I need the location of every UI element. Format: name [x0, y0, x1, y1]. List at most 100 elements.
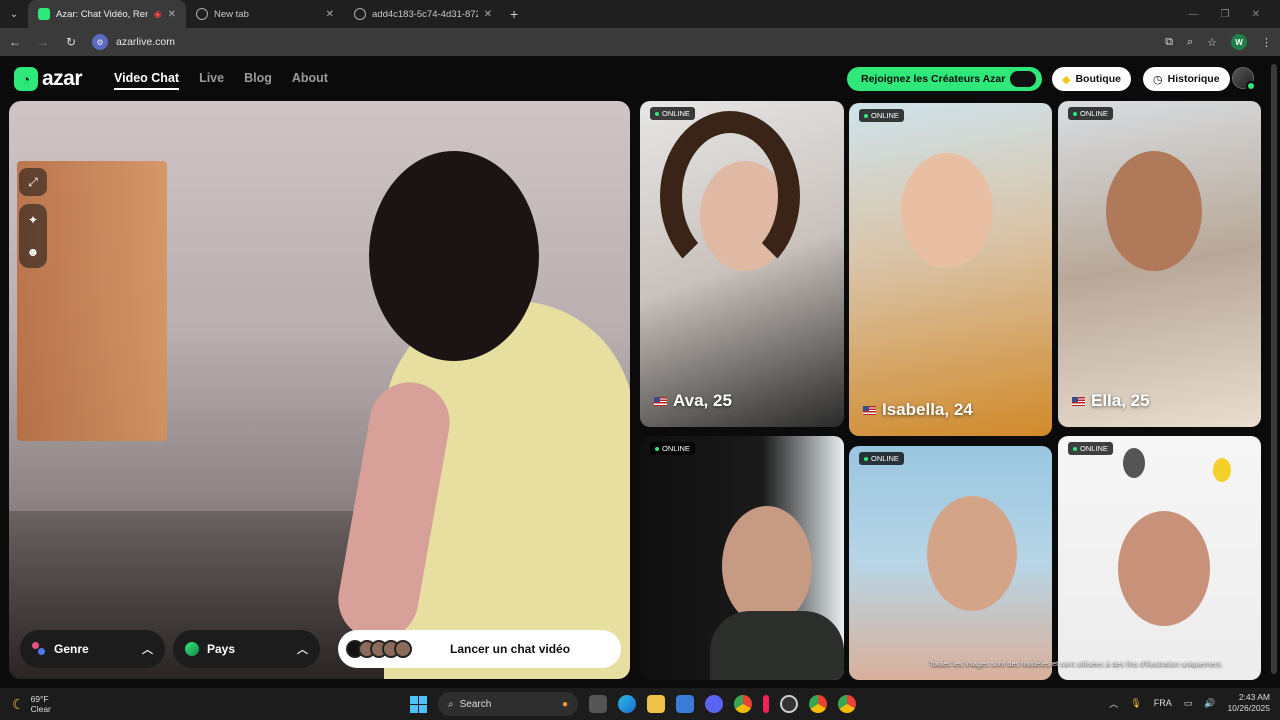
close-icon[interactable]: ✕ [326, 9, 334, 20]
site-info-icon[interactable]: ⚙ [92, 34, 108, 50]
weather-widget[interactable]: ☾ 69°F Clear [0, 694, 51, 714]
start-video-chat-button[interactable]: Lancer un chat vidéo [338, 630, 621, 668]
taskbar-search[interactable]: ⌕ Search ● [438, 692, 578, 716]
history-button[interactable]: ◷ Historique [1143, 67, 1230, 91]
status-text: ONLINE [1080, 444, 1108, 453]
chrome-profile-icon[interactable] [809, 695, 827, 713]
face-filter-icon[interactable]: ☻ [19, 238, 47, 266]
shop-label: Boutique [1075, 73, 1121, 85]
chevron-up-icon: ︿ [142, 644, 153, 656]
taskbar-apps: ⌕ Search ● [410, 692, 856, 716]
profile-card[interactable]: ONLINE [640, 436, 844, 680]
profile-card[interactable]: ONLINE [849, 446, 1052, 680]
tray-expand-icon[interactable]: ︿ [1109, 697, 1118, 710]
online-status-dot [1246, 81, 1256, 91]
camera-icon [1008, 69, 1038, 89]
status-text: ONLINE [871, 454, 899, 463]
search-highlight-icon: ● [561, 698, 568, 710]
reload-icon[interactable]: ↻ [64, 35, 78, 49]
tab-file[interactable]: add4c183-5c74-4d31-8721-f29 ✕ [344, 0, 502, 28]
language-indicator[interactable]: FRA [1154, 698, 1172, 708]
edge-icon[interactable] [618, 695, 636, 713]
tab-new[interactable]: New tab ✕ [186, 0, 344, 28]
close-icon[interactable]: ✕ [168, 9, 176, 20]
image-disclaimer: Toutes les images sont des modèles et so… [929, 659, 1223, 668]
chrome-icon[interactable] [734, 695, 752, 713]
azar-page: ◔ azar Video Chat Live Blog About Rejoig… [0, 56, 1280, 688]
online-badge: ONLINE [1068, 107, 1113, 120]
fullscreen-icon[interactable]: ⤢ [19, 168, 47, 196]
taskbar: ☾ 69°F Clear ⌕ Search ● ︿ 🎙 FRA ▭ 🔊 2:43… [0, 688, 1280, 720]
file-explorer-icon[interactable] [647, 695, 665, 713]
genre-filter-button[interactable]: Genre ︿ [20, 630, 165, 668]
creators-label: Rejoignez les Créateurs Azar [861, 73, 1006, 85]
us-flag-icon [863, 405, 876, 415]
join-creators-button[interactable]: Rejoignez les Créateurs Azar [847, 67, 1042, 91]
zoom-icon[interactable]: ⌕ [1187, 36, 1193, 49]
microphone-icon[interactable] [763, 695, 769, 713]
discord-icon[interactable] [705, 695, 723, 713]
profile-photo [1118, 511, 1210, 626]
online-badge: ONLINE [1068, 442, 1113, 455]
online-dot-icon [655, 111, 659, 116]
back-icon[interactable]: ← [8, 35, 22, 49]
shop-button[interactable]: ◆ Boutique [1052, 67, 1131, 91]
profile-card[interactable]: ONLINE [1058, 436, 1261, 680]
gem-icon: ◆ [1062, 73, 1071, 86]
profile-card[interactable]: ONLINE Isabella, 24 [849, 103, 1052, 436]
date: 10/26/2025 [1227, 703, 1270, 713]
tab-search-icon[interactable]: ⌄ [0, 0, 28, 28]
chevron-up-icon: ︿ [297, 644, 308, 656]
user-avatar[interactable] [1232, 67, 1256, 91]
profile-name: Isabella, 24 [863, 400, 973, 420]
profile-card[interactable]: ONLINE Ava, 25 [640, 101, 844, 427]
nav-video-chat[interactable]: Video Chat [114, 71, 180, 90]
profile-avatar[interactable]: W [1231, 34, 1247, 50]
cast-icon[interactable]: ⧉ [1165, 36, 1173, 49]
us-flag-icon [654, 396, 667, 406]
mic-tray-icon[interactable]: 🎙 [1130, 698, 1141, 709]
profile-jacket [710, 611, 844, 680]
temperature: 69°F [30, 694, 49, 704]
nav-blog[interactable]: Blog [244, 71, 272, 90]
recording-icon: ◉ [153, 8, 162, 19]
decoration [1123, 448, 1145, 478]
status-text: ONLINE [1080, 109, 1108, 118]
nav-live[interactable]: Live [199, 71, 224, 90]
azar-logo[interactable]: ◔ azar [14, 67, 83, 91]
forward-icon[interactable]: → [36, 35, 50, 49]
close-icon[interactable]: ✕ [484, 9, 492, 20]
decoration [1213, 458, 1231, 482]
url-field[interactable]: ⚙ azarlive.com [92, 34, 175, 50]
task-view-icon[interactable] [589, 695, 607, 713]
volume-icon[interactable]: 🔊 [1204, 698, 1215, 709]
new-tab-icon[interactable]: + [502, 6, 526, 22]
nav-about[interactable]: About [292, 71, 328, 90]
maximize-icon[interactable]: ❐ [1221, 9, 1230, 20]
obs-icon[interactable] [780, 695, 798, 713]
site-header: ◔ azar Video Chat Live Blog About Rejoig… [0, 56, 1280, 102]
search-placeholder: Search [459, 698, 492, 710]
tab-azar[interactable]: Azar: Chat Vidéo, Rencontr ◉ ✕ [28, 0, 186, 28]
sparkle-effects-icon[interactable]: ✦ [19, 206, 47, 234]
system-tray: ︿ 🎙 FRA ▭ 🔊 2:43 AM 10/26/2025 [1109, 692, 1270, 714]
online-dot-icon [864, 113, 868, 118]
minimize-icon[interactable]: — [1189, 9, 1199, 20]
network-icon[interactable]: ▭ [1184, 698, 1193, 709]
store-icon[interactable] [676, 695, 694, 713]
azar-logo-icon: ◔ [14, 67, 38, 91]
bookmark-star-icon[interactable]: ☆ [1207, 36, 1217, 49]
windows-start-icon[interactable] [410, 695, 427, 713]
close-window-icon[interactable]: ✕ [1252, 9, 1260, 20]
online-dot-icon [1073, 446, 1077, 451]
profile-card[interactable]: ONLINE Ella, 25 [1058, 101, 1261, 427]
country-filter-button[interactable]: Pays ︿ [173, 630, 320, 668]
scrollbar[interactable] [1271, 64, 1277, 674]
clock[interactable]: 2:43 AM 10/26/2025 [1227, 692, 1270, 714]
main-nav: Video Chat Live Blog About [114, 71, 328, 90]
profile-photo [901, 153, 993, 268]
tab-title: add4c183-5c74-4d31-8721-f29 [372, 8, 478, 20]
chrome-profile-icon[interactable] [838, 695, 856, 713]
menu-icon[interactable]: ⋮ [1261, 36, 1272, 49]
online-dot-icon [1073, 111, 1077, 116]
